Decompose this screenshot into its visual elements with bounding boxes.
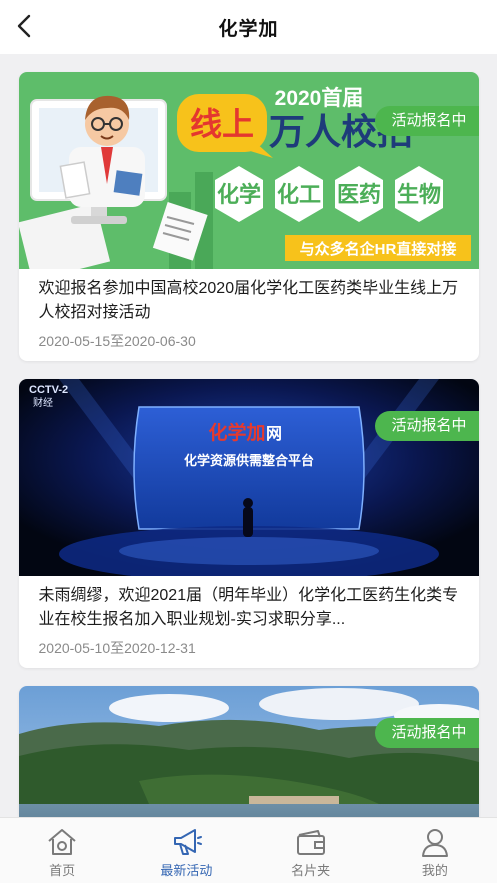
- svg-text:医药: 医药: [336, 182, 380, 207]
- tab-label: 最新活动: [160, 863, 213, 878]
- svg-text:网: 网: [265, 425, 281, 443]
- user-icon: [421, 829, 448, 857]
- svg-text:CCTV-2: CCTV-2: [29, 384, 68, 396]
- stage-banner-photo: 化学加 网 化学资源供需整合平台 CCTV-2 财经: [18, 379, 479, 576]
- tab-label: 我的: [421, 863, 448, 878]
- tab-me[interactable]: 我的: [373, 818, 497, 883]
- activity-card[interactable]: 活动报名中: [18, 686, 479, 817]
- tab-label: 名片夹: [291, 863, 331, 878]
- svg-text:化学: 化学: [216, 182, 260, 207]
- svg-text:2020首届: 2020首届: [274, 86, 363, 110]
- tab-latest-activities[interactable]: 最新活动: [124, 818, 248, 883]
- card-date: 2020-05-15至2020-06-30: [38, 333, 196, 349]
- tab-card-holder[interactable]: 名片夹: [249, 818, 373, 883]
- svg-text:生物: 生物: [396, 182, 440, 207]
- bottom-tab-bar: 首页 最新活动 名片夹 我的: [0, 817, 497, 883]
- card-date: 2020-05-10至2020-12-31: [38, 640, 196, 656]
- status-badge: 活动报名中: [375, 106, 479, 136]
- megaphone-icon: [174, 829, 203, 855]
- tab-label: 首页: [49, 863, 76, 878]
- svg-text:与众多名企HR直接对接: 与众多名企HR直接对接: [299, 240, 456, 258]
- card-banner-recruitment: 线上 2020首届 万人校招 化学 化工 医药 生物 与众多名企HR直接对接 活…: [18, 72, 479, 269]
- home-icon: [48, 829, 76, 855]
- recruitment-banner-illustration: 线上 2020首届 万人校招 化学 化工 医药 生物 与众多名企HR直接对接: [18, 72, 479, 269]
- chevron-left-icon: [17, 14, 31, 38]
- card-title: 未雨绸缪，欢迎2021届（明年毕业）化学化工医药生化类专业在校生报名加入职业规划…: [38, 587, 459, 628]
- svg-text:线上: 线上: [189, 106, 253, 142]
- status-badge: 活动报名中: [375, 411, 479, 441]
- card-banner-lake: 活动报名中: [18, 686, 479, 817]
- page-title: 化学加: [218, 18, 279, 40]
- app-header: 化学加: [0, 0, 497, 54]
- lake-landscape-photo: [18, 686, 479, 817]
- activity-card[interactable]: 线上 2020首届 万人校招 化学 化工 医药 生物 与众多名企HR直接对接 活…: [18, 72, 479, 361]
- card-holder-icon: [296, 830, 325, 855]
- activity-feed[interactable]: 线上 2020首届 万人校招 化学 化工 医药 生物 与众多名企HR直接对接 活…: [0, 54, 497, 817]
- back-button[interactable]: [10, 11, 40, 41]
- svg-text:财经: 财经: [33, 396, 53, 409]
- card-banner-stage: 化学加 网 化学资源供需整合平台 CCTV-2 财经 活动报名中: [18, 379, 479, 576]
- svg-text:化工: 化工: [276, 182, 320, 207]
- card-title: 欢迎报名参加中国高校2020届化学化工医药类毕业生线上万人校招对接活动: [38, 280, 459, 321]
- svg-text:化学加: 化学加: [208, 421, 265, 444]
- status-badge: 活动报名中: [375, 718, 479, 748]
- svg-text:化学资源供需整合平台: 化学资源供需整合平台: [183, 453, 313, 468]
- tab-home[interactable]: 首页: [0, 818, 124, 883]
- activity-card[interactable]: 化学加 网 化学资源供需整合平台 CCTV-2 财经 活动报名中 未雨绸缪，欢迎…: [18, 379, 479, 668]
